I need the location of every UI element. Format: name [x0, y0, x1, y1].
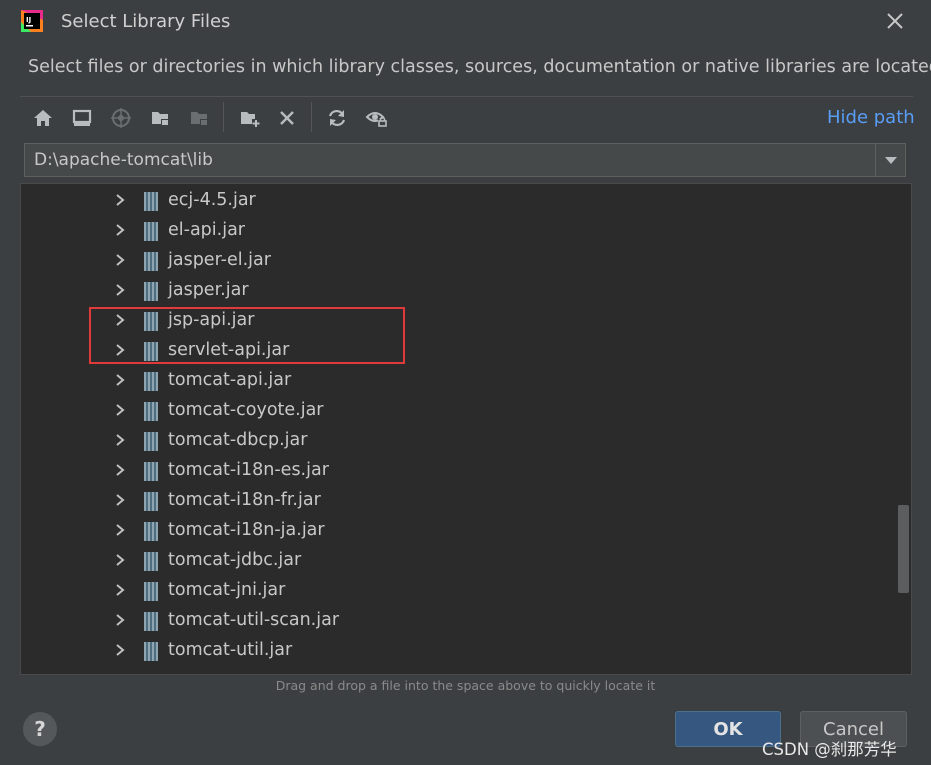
toolbar-separator [223, 102, 224, 132]
jar-file-icon [144, 582, 158, 601]
file-tree-row[interactable]: ecj-4.5.jar [21, 186, 891, 216]
file-tree-row[interactable]: tomcat-coyote.jar [21, 396, 891, 426]
watermark: CSDN @刹那芳华 [762, 740, 897, 759]
chevron-right-icon[interactable] [113, 253, 127, 267]
chevron-right-icon[interactable] [113, 193, 127, 207]
file-name: el-api.jar [168, 220, 245, 240]
chevron-down-icon [885, 157, 897, 164]
file-name: tomcat-coyote.jar [168, 400, 324, 420]
file-name: tomcat-util-scan.jar [168, 610, 340, 630]
file-name: jasper.jar [168, 280, 249, 300]
chevron-right-icon[interactable] [113, 463, 127, 477]
file-name: tomcat-api.jar [168, 370, 292, 390]
chevron-right-icon[interactable] [113, 403, 127, 417]
file-name: tomcat-i18n-ja.jar [168, 520, 325, 540]
hide-path-link[interactable]: Hide path [827, 107, 915, 128]
file-tree-row[interactable]: el-api.jar [21, 216, 891, 246]
jar-file-icon [144, 192, 158, 211]
close-icon[interactable] [882, 8, 908, 34]
path-combobox[interactable] [24, 143, 906, 177]
chevron-right-icon[interactable] [113, 223, 127, 237]
file-tree-row[interactable]: tomcat-api.jar [21, 366, 891, 396]
highlight-annotation-box [89, 307, 405, 364]
desktop-icon[interactable] [68, 104, 96, 132]
chevron-right-icon[interactable] [113, 433, 127, 447]
chevron-right-icon[interactable] [113, 613, 127, 627]
dialog-description: Select files or directories in which lib… [28, 57, 931, 77]
jar-file-icon [144, 402, 158, 421]
chevron-right-icon[interactable] [113, 643, 127, 657]
chevron-right-icon[interactable] [113, 283, 127, 297]
home-icon[interactable] [29, 104, 57, 132]
jar-file-icon [144, 432, 158, 451]
title-bar: IJ Select Library Files [0, 0, 931, 44]
file-tree-row[interactable]: tomcat-jni.jar [21, 576, 891, 606]
file-tree-row[interactable]: tomcat-util-scan.jar [21, 606, 891, 636]
project-icon[interactable] [107, 104, 135, 132]
vertical-scrollbar[interactable] [898, 505, 909, 593]
path-input[interactable] [25, 144, 875, 176]
module-folder-icon[interactable] [146, 104, 174, 132]
jar-file-icon [144, 522, 158, 541]
new-folder-icon[interactable] [235, 104, 263, 132]
file-tree-row[interactable]: jasper-el.jar [21, 246, 891, 276]
drag-drop-hint: Drag and drop a file into the space abov… [275, 678, 656, 693]
svg-text:IJ: IJ [26, 16, 31, 24]
jar-file-icon [144, 282, 158, 301]
toolbar-divider [20, 96, 913, 97]
file-tree-row[interactable]: tomcat-util.jar [21, 636, 891, 666]
file-tree-row[interactable]: tomcat-i18n-ja.jar [21, 516, 891, 546]
jar-file-icon [144, 222, 158, 241]
file-name: ecj-4.5.jar [168, 190, 256, 210]
file-name: tomcat-dbcp.jar [168, 430, 308, 450]
file-name: tomcat-jdbc.jar [168, 550, 302, 570]
chevron-right-icon[interactable] [113, 493, 127, 507]
chevron-right-icon[interactable] [113, 373, 127, 387]
help-button[interactable]: ? [23, 712, 57, 746]
file-tree-row[interactable]: tomcat-i18n-fr.jar [21, 486, 891, 516]
file-tree-row[interactable]: tomcat-i18n-es.jar [21, 456, 891, 486]
jar-file-icon [144, 642, 158, 661]
file-tree-row[interactable]: jasper.jar [21, 276, 891, 306]
file-tree-row[interactable]: tomcat-dbcp.jar [21, 426, 891, 456]
refresh-icon[interactable] [323, 104, 351, 132]
jar-file-icon [144, 252, 158, 271]
chevron-right-icon[interactable] [113, 553, 127, 567]
file-tree-row[interactable]: tomcat-jdbc.jar [21, 546, 891, 576]
jar-file-icon [144, 612, 158, 631]
jar-file-icon [144, 462, 158, 481]
file-name: tomcat-i18n-es.jar [168, 460, 329, 480]
jar-file-icon [144, 372, 158, 391]
path-dropdown-button[interactable] [875, 144, 906, 176]
show-hidden-icon[interactable] [363, 104, 391, 132]
toolbar-separator [311, 102, 312, 132]
jar-file-icon [144, 492, 158, 511]
module-folder-disabled-icon[interactable] [185, 104, 213, 132]
delete-icon[interactable] [273, 104, 301, 132]
jar-file-icon [144, 552, 158, 571]
file-tree[interactable]: ecj-4.5.jar el-api.jar jasper-el.jar jasper… [20, 183, 912, 675]
file-name: tomcat-i18n-fr.jar [168, 490, 321, 510]
intellij-app-icon: IJ [21, 10, 43, 32]
chevron-right-icon[interactable] [113, 523, 127, 537]
file-name: tomcat-util.jar [168, 640, 293, 660]
file-name: jasper-el.jar [168, 250, 271, 270]
dialog-title: Select Library Files [61, 11, 231, 32]
chevron-right-icon[interactable] [113, 583, 127, 597]
file-name: tomcat-jni.jar [168, 580, 286, 600]
